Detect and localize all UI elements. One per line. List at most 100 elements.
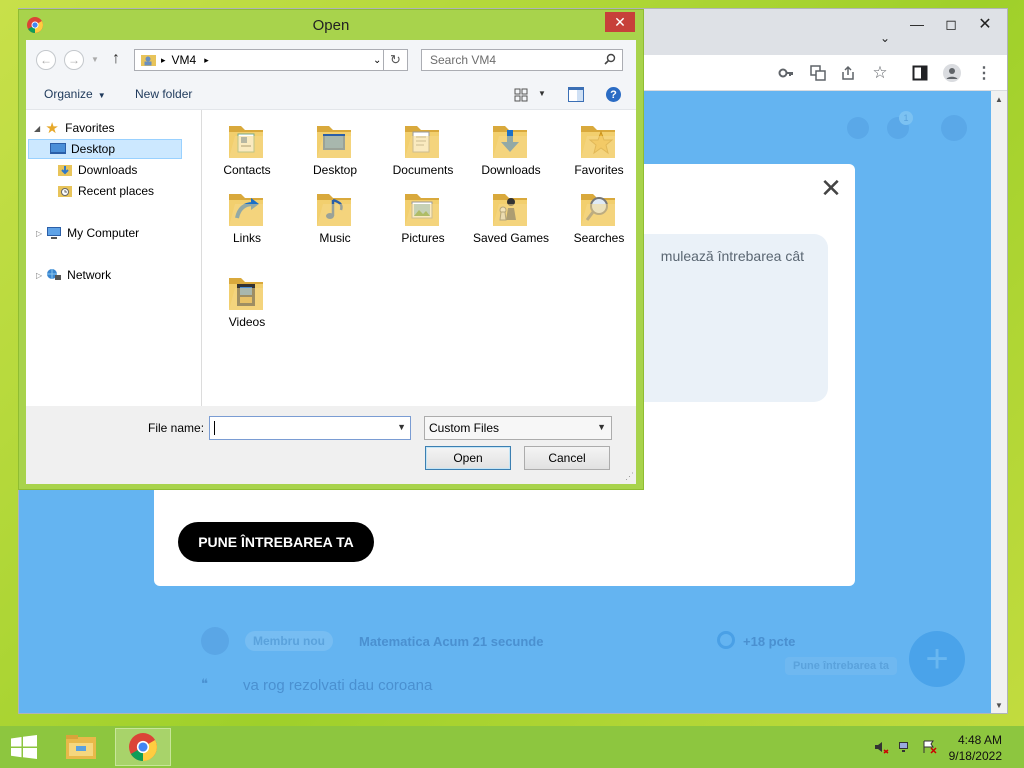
question-placeholder: mulează întrebarea cât xyxy=(660,248,804,264)
links-folder-icon xyxy=(229,194,263,226)
view-options-chevron-icon[interactable]: ▼ xyxy=(538,89,546,98)
resize-grip-icon[interactable]: ⋰ xyxy=(625,471,634,482)
quote-icon: ❝ xyxy=(201,676,208,691)
tree-item-recent-places[interactable]: Recent places xyxy=(56,181,154,201)
question-preview[interactable]: va rog rezolvati dau coroana xyxy=(243,677,432,694)
change-view-icon[interactable] xyxy=(514,88,528,105)
recent-locations-chevron-icon[interactable]: ▼ xyxy=(91,55,99,64)
pictures-folder-icon xyxy=(405,194,439,226)
tree-item-network[interactable]: ▷ Network xyxy=(36,265,111,285)
points-icon xyxy=(717,631,735,649)
new-folder-button[interactable]: New folder xyxy=(135,87,192,101)
side-panel-icon[interactable] xyxy=(911,64,929,82)
scroll-up-icon[interactable]: ▲ xyxy=(991,91,1007,107)
help-icon[interactable]: ? xyxy=(606,87,621,102)
expand-arrow-icon[interactable]: ◢ xyxy=(34,124,40,133)
file-type-dropdown-chevron-icon[interactable]: ▼ xyxy=(597,422,606,432)
profile-avatar-icon[interactable] xyxy=(943,64,961,82)
minimize-button[interactable]: — xyxy=(903,15,931,33)
file-type-select[interactable]: Custom Files ▼ xyxy=(424,416,612,440)
up-arrow-icon[interactable]: ↑ xyxy=(112,50,120,68)
expand-arrow-icon[interactable]: ▷ xyxy=(36,229,42,238)
favorites-folder-icon xyxy=(581,126,615,158)
folder-label: Downloads xyxy=(481,163,541,177)
speaker-muted-icon[interactable] xyxy=(873,739,891,755)
tree-item-favorites[interactable]: ◢ ★ Favorites xyxy=(34,118,115,138)
preview-pane-icon[interactable] xyxy=(568,87,584,105)
bookmark-star-icon[interactable]: ☆ xyxy=(871,63,889,82)
tab-search-chevron-icon[interactable]: ⌄ xyxy=(871,29,899,47)
tree-item-downloads[interactable]: Downloads xyxy=(56,160,137,180)
folder-item-music[interactable]: Music xyxy=(291,186,379,245)
dialog-title-bar[interactable]: Open ✕ xyxy=(19,10,643,40)
folder-item-links[interactable]: Links xyxy=(203,186,291,245)
folder-label: Pictures xyxy=(401,231,445,245)
folder-label: Videos xyxy=(228,315,266,329)
file-explorer-taskbar-button[interactable] xyxy=(58,728,104,766)
search-icon[interactable] xyxy=(604,53,616,68)
clock[interactable]: 4:48 AM 9/18/2022 xyxy=(949,732,1002,764)
folder-label: Searches xyxy=(573,231,625,245)
close-button[interactable]: ✕ xyxy=(971,15,999,33)
folder-item-desktop[interactable]: Desktop xyxy=(291,118,379,177)
dialog-body: ← → ▼ ↑ ▸ VM4 ▸ ⌄ ↻ Search VM4 Organize … xyxy=(26,40,636,484)
folder-label: Documents xyxy=(392,163,454,177)
folder-item-favorites[interactable]: Favorites xyxy=(555,118,643,177)
page-scrollbar[interactable]: ▲ ▼ xyxy=(991,91,1007,713)
forward-arrow-icon[interactable]: → xyxy=(64,50,84,70)
text-cursor xyxy=(214,421,215,435)
folder-label: Favorites xyxy=(574,163,624,177)
scroll-down-icon[interactable]: ▼ xyxy=(991,697,1007,713)
address-dropdown-chevron-icon[interactable]: ⌄ xyxy=(373,55,381,66)
file-name-dropdown-chevron-icon[interactable]: ▼ xyxy=(397,422,406,432)
modal-close-icon[interactable]: ✕ xyxy=(817,174,845,202)
share-icon[interactable] xyxy=(839,64,857,82)
folder-item-saved-games[interactable]: Saved Games xyxy=(467,186,555,245)
tree-item-desktop[interactable]: Desktop xyxy=(28,139,182,159)
maximize-button[interactable]: ◻ xyxy=(937,15,965,33)
open-file-dialog: Open ✕ ← → ▼ ↑ ▸ VM4 ▸ ⌄ ↻ Search VM4 Or… xyxy=(18,9,644,490)
folder-item-contacts[interactable]: Contacts xyxy=(203,118,291,177)
ask-question-button[interactable]: PUNE ÎNTREBAREA TA xyxy=(178,522,374,562)
file-explorer-icon xyxy=(66,735,96,759)
start-button[interactable] xyxy=(6,728,42,766)
network-tray-icon[interactable] xyxy=(897,739,915,755)
navigation-pane: ◢ ★ Favorites Desktop Downloads Recent p… xyxy=(26,110,202,406)
file-type-value: Custom Files xyxy=(429,421,500,435)
menu-kebab-icon[interactable]: ⋮ xyxy=(975,64,993,82)
breadcrumb-separator-icon: ▸ xyxy=(161,54,166,65)
breadcrumb-separator-icon[interactable]: ▸ xyxy=(204,55,209,66)
chrome-taskbar-button[interactable] xyxy=(115,728,171,766)
action-center-flag-icon[interactable] xyxy=(921,739,939,755)
breadcrumb-vm4[interactable]: VM4 xyxy=(172,53,197,67)
dialog-close-button[interactable]: ✕ xyxy=(605,12,635,32)
organize-menu[interactable]: Organize ▼ xyxy=(44,87,106,101)
search-box[interactable]: Search VM4 xyxy=(421,49,623,71)
user-avatar[interactable] xyxy=(941,115,967,141)
folder-item-searches[interactable]: Searches xyxy=(555,186,643,245)
taskbar: 4:48 AM 9/18/2022 xyxy=(0,726,1024,768)
refresh-icon[interactable]: ↻ xyxy=(384,49,408,71)
folder-item-downloads[interactable]: Downloads xyxy=(467,118,555,177)
open-button[interactable]: Open xyxy=(425,446,511,470)
downloads-folder-icon xyxy=(493,126,527,158)
cancel-button[interactable]: Cancel xyxy=(524,446,610,470)
notification-count-badge: 1 xyxy=(899,111,913,125)
expand-arrow-icon[interactable]: ▷ xyxy=(36,271,42,280)
clock-time: 4:48 AM xyxy=(957,733,1002,747)
key-icon[interactable] xyxy=(777,64,795,82)
windows-logo-icon xyxy=(11,735,37,759)
translate-icon[interactable] xyxy=(809,64,827,82)
search-icon[interactable] xyxy=(847,117,869,139)
folder-item-pictures[interactable]: Pictures xyxy=(379,186,467,245)
dialog-title: Open xyxy=(312,17,350,34)
downloads-icon xyxy=(56,162,74,178)
address-bar[interactable]: ▸ VM4 ▸ ⌄ xyxy=(134,49,384,71)
tree-item-my-computer[interactable]: ▷ My Computer xyxy=(36,223,139,243)
back-arrow-icon[interactable]: ← xyxy=(36,50,56,70)
folder-item-documents[interactable]: Documents xyxy=(379,118,467,177)
add-question-fab[interactable]: + xyxy=(909,631,965,687)
ask-small-button[interactable]: Pune întrebarea ta xyxy=(785,657,897,675)
file-name-input[interactable]: ▼ xyxy=(209,416,411,440)
folder-item-videos[interactable]: Videos xyxy=(203,270,291,329)
